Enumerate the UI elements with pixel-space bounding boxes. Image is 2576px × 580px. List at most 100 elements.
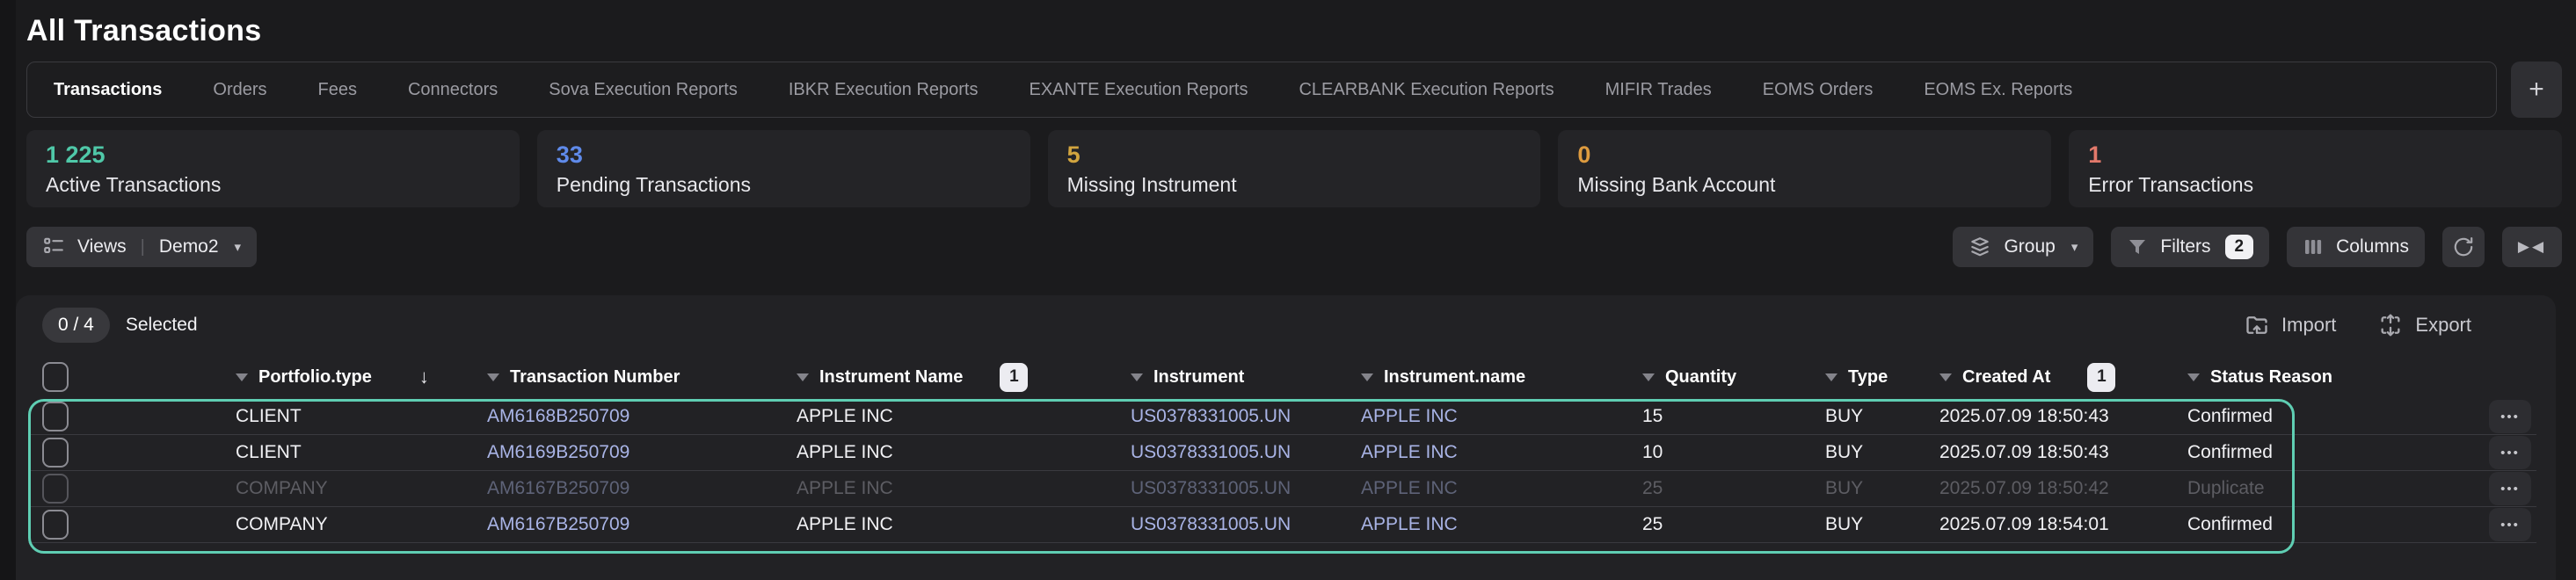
filters-button[interactable]: Filters 2	[2111, 227, 2269, 267]
cell-transaction-number[interactable]: AM6169B250709	[473, 442, 782, 463]
cell-instrument-dot-name[interactable]: APPLE INC	[1347, 442, 1628, 463]
tab-label: Orders	[213, 80, 266, 99]
tab-label: Fees	[318, 80, 357, 99]
cell-instrument-dot-name[interactable]: APPLE INC	[1347, 406, 1628, 427]
column-header-quantity[interactable]: Quantity	[1628, 367, 1811, 388]
column-menu-icon[interactable]	[487, 373, 499, 381]
cell-instrument[interactable]: US0378331005.UN	[1117, 442, 1347, 463]
cell-status-reason: Confirmed	[2173, 442, 2377, 463]
column-header-type[interactable]: Type	[1811, 367, 1925, 388]
column-menu-icon[interactable]	[1642, 373, 1655, 381]
column-label: Portfolio.type	[258, 367, 372, 388]
cell-created-at: 2025.07.09 18:50:43	[1925, 442, 2173, 463]
stat-value: 5	[1067, 141, 1522, 169]
tab-item[interactable]: Orders	[213, 80, 266, 100]
table-row[interactable]: CLIENT AM6168B250709 APPLE INC US0378331…	[28, 399, 2536, 435]
column-header-transaction-number[interactable]: Transaction Number	[473, 367, 782, 388]
filter-funnel-icon	[2127, 236, 2148, 257]
row-menu-button[interactable]: •••	[2489, 436, 2531, 469]
tab-item[interactable]: EXANTE Execution Reports	[1029, 80, 1248, 100]
row-checkbox[interactable]	[42, 438, 69, 468]
filter-count-badge: 1	[1000, 363, 1028, 392]
cell-instrument-dot-name[interactable]: APPLE INC	[1347, 478, 1628, 499]
tab-label: MIFIR Trades	[1605, 80, 1712, 99]
views-button[interactable]: Views | Demo2 ▾	[26, 227, 257, 267]
stat-label: Error Transactions	[2088, 173, 2543, 197]
refresh-icon	[2452, 236, 2475, 258]
collapse-columns-button[interactable]: ▶◀	[2502, 227, 2562, 267]
column-header-instrument-dot-name[interactable]: Instrument.name	[1347, 367, 1628, 388]
export-button[interactable]: Export	[2378, 313, 2471, 337]
group-button[interactable]: Group ▾	[1953, 227, 2093, 267]
cell-instrument[interactable]: US0378331005.UN	[1117, 514, 1347, 535]
stat-label: Pending Transactions	[557, 173, 1011, 197]
cell-transaction-number[interactable]: AM6168B250709	[473, 406, 782, 427]
stat-card[interactable]: 5 Missing Instrument	[1048, 130, 1541, 207]
row-checkbox[interactable]	[42, 402, 69, 431]
row-checkbox[interactable]	[42, 474, 69, 504]
select-all-checkbox[interactable]	[42, 362, 69, 392]
table-row[interactable]: CLIENT AM6169B250709 APPLE INC US0378331…	[28, 435, 2536, 471]
tab-item[interactable]: Connectors	[408, 80, 498, 100]
column-menu-icon[interactable]	[1131, 373, 1143, 381]
tab-label: Sova Execution Reports	[549, 80, 738, 99]
stat-card[interactable]: 33 Pending Transactions	[537, 130, 1030, 207]
row-menu-button[interactable]: •••	[2489, 472, 2531, 505]
column-header-instrument-name[interactable]: Instrument Name 1	[782, 363, 1117, 392]
tab-item[interactable]: Sova Execution Reports	[549, 80, 738, 100]
filter-count-badge: 1	[2087, 363, 2115, 392]
tab-item[interactable]: EOMS Orders	[1763, 80, 1874, 100]
page-title: All Transactions	[26, 14, 261, 48]
tab-item[interactable]: Transactions	[54, 80, 162, 100]
cell-instrument-name: APPLE INC	[782, 406, 1117, 427]
tab-item[interactable]: Fees	[318, 80, 357, 100]
column-label: Created At	[1962, 367, 2050, 388]
tab-label: IBKR Execution Reports	[789, 80, 979, 99]
cell-transaction-number[interactable]: AM6167B250709	[473, 478, 782, 499]
row-checkbox[interactable]	[42, 510, 69, 540]
table-row[interactable]: COMPANY AM6167B250709 APPLE INC US037833…	[28, 507, 2536, 543]
cell-status-reason: Confirmed	[2173, 514, 2377, 535]
table-row[interactable]: COMPANY AM6167B250709 APPLE INC US037833…	[28, 471, 2536, 507]
column-header-portfolio-type[interactable]: Portfolio.type ↓	[104, 366, 473, 388]
column-label: Instrument.name	[1384, 367, 1525, 388]
row-menu-button[interactable]: •••	[2489, 400, 2531, 433]
cell-portfolio-type: COMPANY	[104, 514, 473, 535]
tab-item[interactable]: EOMS Ex. Reports	[1924, 80, 2072, 100]
import-folder-icon	[2245, 313, 2269, 337]
stat-value: 1	[2088, 141, 2543, 169]
stat-card[interactable]: 0 Missing Bank Account	[1558, 130, 2051, 207]
add-tab-button[interactable]: +	[2511, 62, 2562, 118]
sort-descending-icon[interactable]: ↓	[419, 366, 429, 388]
stat-card[interactable]: 1 Error Transactions	[2069, 130, 2562, 207]
stat-card[interactable]: 1 225 Active Transactions	[26, 130, 520, 207]
tab-item[interactable]: MIFIR Trades	[1605, 80, 1712, 100]
column-menu-icon[interactable]	[1939, 373, 1952, 381]
column-menu-icon[interactable]	[2187, 373, 2200, 381]
page-left-edge	[0, 0, 16, 580]
row-menu-button[interactable]: •••	[2489, 508, 2531, 541]
column-menu-icon[interactable]	[1825, 373, 1837, 381]
import-button[interactable]: Import	[2245, 313, 2336, 337]
views-current-value: Demo2	[159, 236, 219, 257]
column-menu-icon[interactable]	[236, 373, 248, 381]
cell-instrument-name: APPLE INC	[782, 478, 1117, 499]
column-menu-icon[interactable]	[797, 373, 809, 381]
plus-icon: +	[2529, 75, 2544, 105]
views-divider: |	[141, 237, 145, 257]
tab-item[interactable]: CLEARBANK Execution Reports	[1299, 80, 1554, 100]
ellipsis-icon: •••	[2500, 446, 2520, 460]
column-menu-icon[interactable]	[1361, 373, 1373, 381]
cell-transaction-number[interactable]: AM6167B250709	[473, 514, 782, 535]
column-header-instrument[interactable]: Instrument	[1117, 367, 1347, 388]
column-header-created-at[interactable]: Created At 1	[1925, 363, 2173, 392]
ellipsis-icon: •••	[2500, 482, 2520, 497]
cell-instrument[interactable]: US0378331005.UN	[1117, 406, 1347, 427]
refresh-button[interactable]	[2442, 227, 2485, 267]
cell-instrument-dot-name[interactable]: APPLE INC	[1347, 514, 1628, 535]
column-header-status-reason[interactable]: Status Reason	[2173, 367, 2377, 388]
columns-button[interactable]: Columns	[2287, 227, 2425, 267]
cell-instrument[interactable]: US0378331005.UN	[1117, 478, 1347, 499]
tab-item[interactable]: IBKR Execution Reports	[789, 80, 979, 100]
stat-label: Missing Instrument	[1067, 173, 1522, 197]
